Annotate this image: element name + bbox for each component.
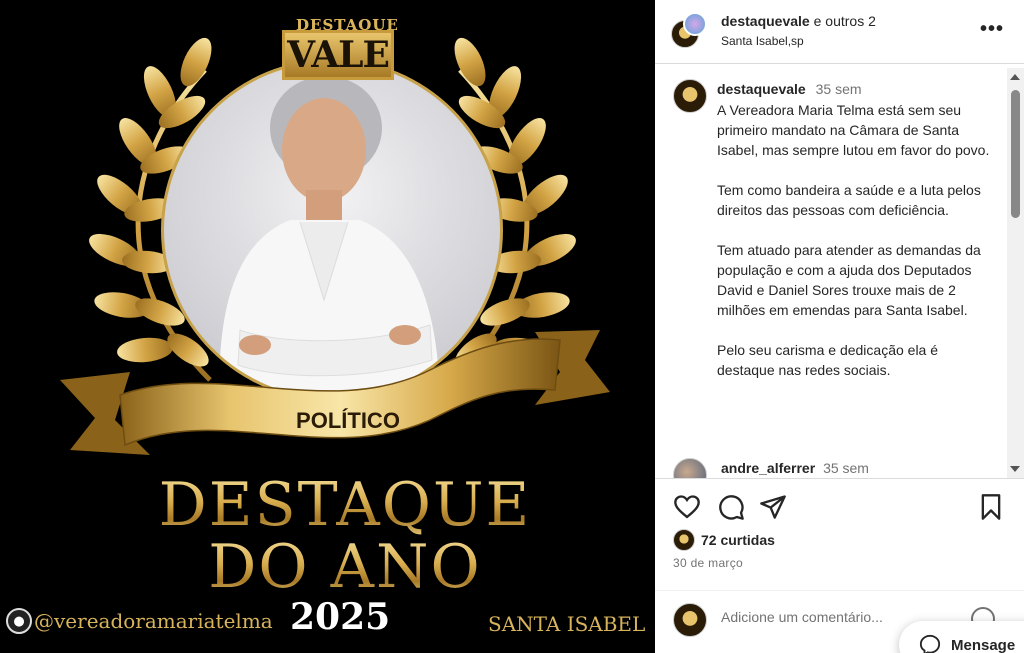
caption-time: 35 sem — [815, 81, 862, 97]
scroll-up-arrow-icon[interactable] — [1010, 74, 1020, 80]
messages-button[interactable]: Mensage — [899, 621, 1024, 653]
award-title-line1: DESTAQUE — [150, 470, 540, 540]
comment-avatar[interactable] — [673, 458, 707, 478]
post-date[interactable]: 30 de março — [673, 556, 743, 570]
comments-section[interactable]: destaquevale 35 sem A Vereadora Maria Te… — [655, 65, 1024, 478]
caption-paragraph: Tem como bandeira a saúde e a luta pelos… — [717, 182, 981, 218]
category-label: POLÍTICO — [296, 408, 400, 433]
comment-icon — [719, 495, 744, 520]
bookmark-icon — [981, 494, 1001, 520]
poster-handle: ● @vereadoramariatelma — [6, 608, 273, 634]
caption-paragraph: Pelo seu carisma e dedicação ela é desta… — [717, 342, 939, 378]
poster-location: SANTA ISABEL — [488, 612, 646, 636]
caption-paragraph: Tem atuado para atender as demandas da p… — [717, 242, 981, 318]
scrollbar-thumb[interactable] — [1011, 90, 1020, 218]
comment-button[interactable] — [717, 493, 745, 521]
comments-scrollbar[interactable] — [1007, 68, 1024, 478]
comment-header: andre_alferrer 35 sem — [721, 460, 869, 476]
header-username[interactable]: destaquevale — [721, 13, 810, 29]
caption-text: A Vereadora Maria Telma está sem seu pri… — [717, 100, 992, 400]
caption-header: destaquevale 35 sem — [717, 81, 862, 97]
more-horizontal-icon: ••• — [979, 18, 1004, 40]
post-actions: 72 curtidas 30 de março — [655, 478, 1024, 578]
likes-avatar[interactable] — [673, 529, 695, 551]
header-coauthors[interactable]: e outros 2 — [814, 13, 876, 29]
heart-icon — [674, 495, 700, 519]
messenger-icon — [919, 634, 941, 653]
caption-username[interactable]: destaquevale — [717, 81, 806, 97]
more-options-button[interactable]: ••• — [980, 18, 1004, 41]
likes-row: 72 curtidas — [673, 529, 775, 551]
user-tag-icon[interactable]: ● — [6, 608, 32, 634]
caption-paragraph: A Vereadora Maria Telma está sem seu pri… — [717, 102, 990, 158]
share-button[interactable] — [759, 493, 787, 521]
share-icon — [760, 495, 786, 519]
like-button[interactable] — [673, 493, 701, 521]
header-location[interactable]: Santa Isabel,sp — [721, 34, 804, 48]
brand-logo: VALE — [282, 30, 394, 80]
add-comment-bar: Mensage — [655, 590, 1024, 653]
messages-label: Mensage — [951, 636, 1016, 653]
scroll-down-arrow-icon[interactable] — [1010, 466, 1020, 472]
instagram-post-window: DESTAQUE VALE POLÍTICO DESTAQUE DO ANO 2… — [0, 0, 1024, 653]
caption-avatar[interactable] — [673, 79, 707, 113]
coauthor-avatar[interactable] — [683, 12, 707, 36]
award-title-line2: DO ANO — [190, 532, 500, 602]
award-year: 2025 — [290, 596, 391, 638]
current-user-avatar — [673, 603, 707, 637]
poster-handle-text: @vereadoramariatelma — [34, 609, 273, 633]
post-side-panel: destaquevale e outros 2 Santa Isabel,sp … — [655, 0, 1024, 653]
post-image[interactable]: DESTAQUE VALE POLÍTICO DESTAQUE DO ANO 2… — [0, 0, 655, 653]
comment-time: 35 sem — [823, 460, 869, 476]
comment-username[interactable]: andre_alferrer — [721, 460, 815, 476]
post-header: destaquevale e outros 2 Santa Isabel,sp … — [655, 0, 1024, 64]
save-button[interactable] — [977, 493, 1005, 521]
likes-count[interactable]: 72 curtidas — [701, 532, 775, 548]
header-author: destaquevale e outros 2 — [721, 13, 876, 29]
